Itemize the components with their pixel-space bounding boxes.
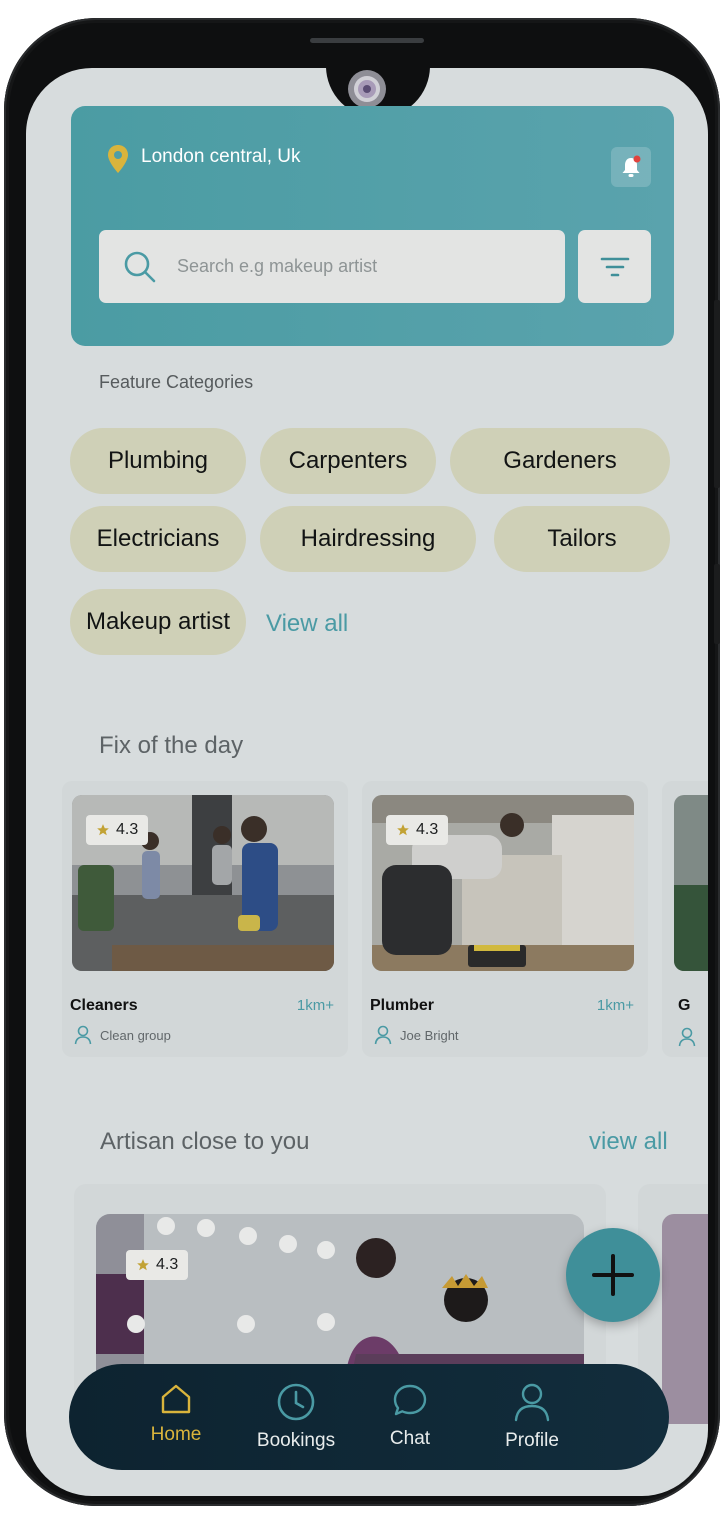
fix-card-partial[interactable]: G xyxy=(662,781,708,1057)
nav-profile[interactable]: Profile xyxy=(477,1382,587,1452)
cleaners-photo: 4.3 xyxy=(72,795,334,971)
star-icon xyxy=(137,1259,149,1271)
user-icon xyxy=(678,1027,696,1047)
home-icon xyxy=(161,1384,191,1414)
fix-card-title: G xyxy=(678,997,691,1014)
owner-name: Clean group xyxy=(100,1027,171,1043)
artisans-view-all-link[interactable]: view all xyxy=(589,1128,668,1156)
partial-artisan-photo xyxy=(662,1214,708,1424)
feature-categories-title: Feature Categories xyxy=(99,372,254,392)
cleaners-rating-badge: 4.3 xyxy=(86,815,149,845)
nav-home-label: Home xyxy=(150,1424,202,1445)
user-icon xyxy=(74,1025,92,1045)
fix-card-plumber[interactable]: 4.3 Plumber 1km+ Joe Bright xyxy=(362,781,648,1057)
chip-electricians[interactable]: Electricians xyxy=(70,506,246,572)
fix-of-the-day-title: Fix of the day xyxy=(99,732,244,759)
bottom-nav: Home Bookings Chat Profile xyxy=(69,1364,669,1470)
user-icon xyxy=(374,1025,392,1045)
user-icon xyxy=(514,1383,550,1422)
fix-card-owner: Clean group xyxy=(74,1025,171,1045)
clock-icon xyxy=(277,1383,315,1421)
search-icon xyxy=(124,251,156,282)
fix-card-distance: 1km+ xyxy=(596,997,634,1014)
nav-bookings-label: Bookings xyxy=(256,1430,336,1451)
notification-button[interactable] xyxy=(611,147,651,187)
plus-icon xyxy=(592,1254,634,1296)
artisan-section-title: Artisan close to you xyxy=(100,1128,310,1155)
artisan-rating-badge: 4.3 xyxy=(126,1250,189,1280)
categories-view-all-link[interactable]: View all xyxy=(266,610,348,638)
rating-value: 4.3 xyxy=(116,821,139,838)
chat-bubble-icon xyxy=(393,1384,427,1416)
filter-button[interactable] xyxy=(578,230,651,303)
filter-icon xyxy=(600,257,629,276)
nav-home[interactable]: Home xyxy=(121,1382,231,1446)
chip-carpenters[interactable]: Carpenters xyxy=(260,428,436,494)
nav-chat-label: Chat xyxy=(389,1428,431,1449)
screen: London central, Uk Search e.g makeup art… xyxy=(26,68,708,1496)
camera-lens xyxy=(363,85,371,93)
nav-profile-label: Profile xyxy=(505,1430,559,1451)
rating-value: 4.3 xyxy=(156,1256,179,1273)
header-card: London central, Uk xyxy=(71,106,674,346)
rating-value: 4.3 xyxy=(416,821,439,838)
chip-tailors[interactable]: Tailors xyxy=(494,506,670,572)
fix-card-distance: 1km+ xyxy=(296,997,334,1014)
search-bar[interactable] xyxy=(99,230,565,303)
nav-bookings[interactable]: Bookings xyxy=(241,1382,351,1452)
fix-card-title: Cleaners xyxy=(70,997,138,1014)
power-button xyxy=(714,564,720,644)
location-label[interactable]: London central, Uk xyxy=(141,146,301,168)
phone-frame: London central, Uk Search e.g makeup art… xyxy=(4,18,720,1506)
star-icon xyxy=(397,824,409,836)
chip-plumbing[interactable]: Plumbing xyxy=(70,428,246,494)
partial-photo xyxy=(674,795,708,971)
star-icon xyxy=(97,824,109,836)
owner-name: Joe Bright xyxy=(400,1027,459,1043)
bell-icon xyxy=(622,155,641,177)
fix-card-owner: Joe Bright xyxy=(374,1025,459,1045)
chip-makeup-artist[interactable]: Makeup artist xyxy=(70,589,246,655)
speaker-grille xyxy=(310,38,424,43)
location-pin-icon xyxy=(108,145,128,173)
plumber-photo: 4.3 xyxy=(372,795,634,971)
search-input[interactable] xyxy=(175,255,539,278)
plumber-rating-badge: 4.3 xyxy=(386,815,449,845)
fix-card-cleaners[interactable]: 4.3 Cleaners 1km+ Clean group xyxy=(62,781,348,1057)
volume-button xyxy=(714,300,720,488)
chip-hairdressing[interactable]: Hairdressing xyxy=(260,506,476,572)
chip-gardeners[interactable]: Gardeners xyxy=(450,428,670,494)
fix-card-title: Plumber xyxy=(370,997,435,1014)
nav-chat[interactable]: Chat xyxy=(355,1382,465,1450)
add-fab-button[interactable] xyxy=(566,1228,660,1322)
